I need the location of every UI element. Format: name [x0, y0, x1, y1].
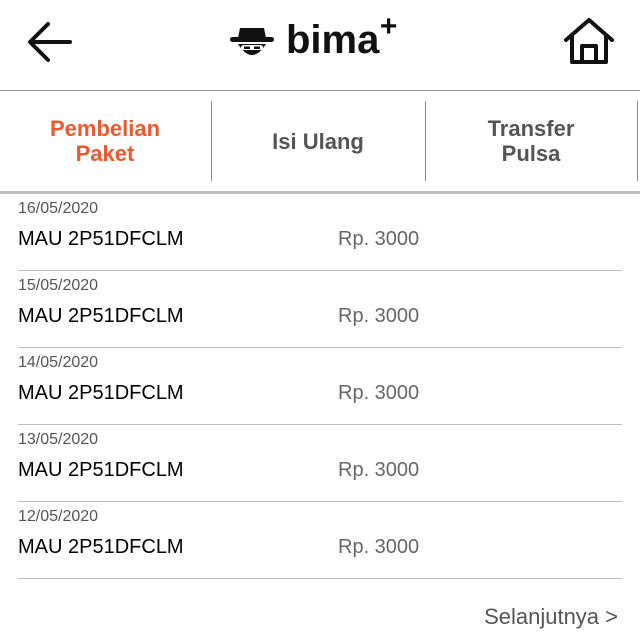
tab-label-line1: Transfer	[487, 116, 575, 141]
list-item[interactable]: 13/05/2020 MAU 2P51DFCLM Rp. 3000	[18, 425, 622, 502]
transaction-price: Rp. 3000	[338, 305, 420, 327]
transaction-price: Rp. 3000	[338, 536, 420, 558]
tab-pembelian-paket[interactable]: Pembelian Paket	[0, 101, 210, 181]
tab-label-line1: Isi Ulang	[272, 128, 364, 154]
transaction-date: 14/05/2020	[18, 354, 99, 371]
transaction-price: Rp. 3000	[338, 382, 420, 404]
tab-label-line2: Pulsa	[501, 141, 561, 166]
transaction-date: 15/05/2020	[18, 277, 99, 294]
home-icon	[564, 18, 614, 64]
transaction-date: 13/05/2020	[18, 431, 99, 448]
transaction-code: MAU 2P51DFCLM	[18, 459, 184, 481]
transaction-price: Rp. 3000	[338, 228, 420, 250]
tab-label-line2: Paket	[75, 141, 135, 166]
back-button[interactable]	[22, 18, 78, 66]
logo-plus: +	[379, 10, 398, 43]
transaction-code: MAU 2P51DFCLM	[18, 305, 184, 327]
list-item[interactable]: 12/05/2020 MAU 2P51DFCLM Rp. 3000	[18, 502, 622, 579]
arrow-left-icon	[28, 22, 72, 62]
transaction-code: MAU 2P51DFCLM	[18, 382, 184, 404]
transaction-date: 12/05/2020	[18, 508, 99, 525]
tab-transfer-pulsa[interactable]: Transfer Pulsa	[426, 101, 636, 181]
bima-logo: bima +	[226, 10, 397, 70]
tab-label-line1: Pembelian	[49, 116, 161, 141]
spy-hat-logo-icon	[230, 28, 274, 55]
app-header: bima +	[0, 0, 640, 91]
list-item[interactable]: 15/05/2020 MAU 2P51DFCLM Rp. 3000	[18, 271, 622, 348]
list-item[interactable]: 14/05/2020 MAU 2P51DFCLM Rp. 3000	[18, 348, 622, 425]
transaction-code: MAU 2P51DFCLM	[18, 228, 184, 250]
transaction-code: MAU 2P51DFCLM	[18, 536, 184, 558]
list-item[interactable]: 16/05/2020 MAU 2P51DFCLM Rp. 3000	[18, 194, 622, 271]
tab-bar: Pembelian Paket Isi Ulang Transfer Pulsa	[0, 91, 640, 194]
logo-wordmark: bima +	[286, 12, 397, 62]
logo-text: bima	[286, 18, 380, 62]
home-button[interactable]	[560, 14, 618, 68]
transaction-list: 16/05/2020 MAU 2P51DFCLM Rp. 3000 15/05/…	[18, 194, 622, 579]
tab-divider	[637, 101, 638, 181]
transaction-date: 16/05/2020	[18, 200, 99, 217]
transaction-price: Rp. 3000	[338, 459, 420, 481]
next-page-link[interactable]: Selanjutnya >	[484, 604, 618, 630]
tab-isi-ulang[interactable]: Isi Ulang	[212, 101, 424, 181]
